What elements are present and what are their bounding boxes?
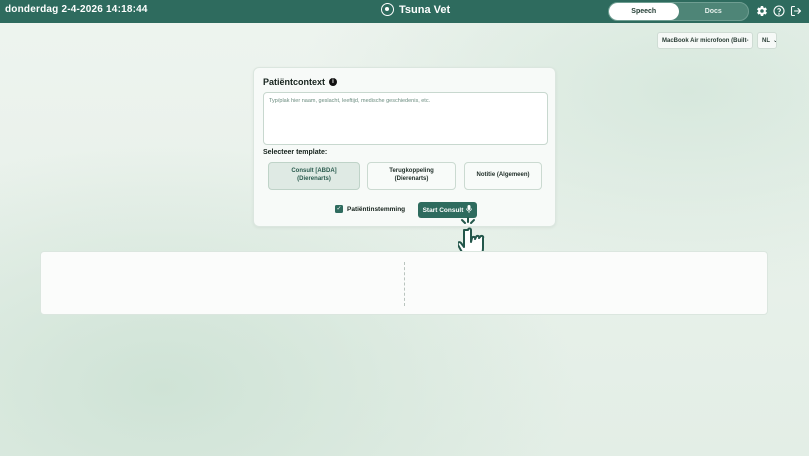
app-brand: Tsuna Vet	[381, 3, 450, 16]
chevron-down-icon: ⌄	[773, 37, 776, 44]
language-select[interactable]: NL ⌄	[757, 32, 777, 49]
template-notitie-button[interactable]: Notitie (Algemeen)	[464, 162, 542, 190]
consent-checkbox[interactable]: ✓	[335, 205, 343, 213]
chevron-down-icon: ⌄	[751, 37, 752, 44]
app-title: Tsuna Vet	[399, 3, 451, 16]
template-line2: (Dierenarts)	[394, 176, 429, 182]
microphone-select[interactable]: MacBook Air microfoon (Built- ⌄	[657, 32, 753, 49]
tab-speech[interactable]: Speech	[609, 3, 679, 20]
template-label: Selecteer template:	[263, 149, 328, 156]
mode-toggle: Speech Docs	[608, 2, 749, 21]
logo-icon	[381, 3, 394, 16]
info-icon[interactable]: i	[329, 78, 338, 86]
panel-divider	[404, 262, 405, 306]
template-line1: Notitie (Algemeen)	[476, 172, 530, 179]
consent-row: ✓ Patiëntinstemming	[335, 205, 405, 213]
language-select-value: NL	[762, 37, 770, 44]
template-line1: Consult [ABDA]	[291, 168, 337, 175]
help-icon[interactable]	[773, 5, 785, 17]
start-consult-label: Start Consult	[422, 206, 464, 214]
card-title: Patiëntcontext i	[263, 77, 338, 87]
consent-label: Patiëntinstemming	[347, 205, 406, 213]
datetime-display: donderdag 2-4-2026 14:18:44	[5, 4, 148, 15]
template-consult-abda-button[interactable]: Consult [ABDA] (Dierenarts)	[268, 162, 360, 190]
gear-icon[interactable]	[756, 5, 768, 17]
top-bar: donderdag 2-4-2026 14:18:44 Tsuna Vet Sp…	[0, 0, 809, 23]
microphone-icon	[466, 205, 473, 215]
template-terugkoppeling-button[interactable]: Terugkoppeling (Dierenarts)	[367, 162, 456, 190]
patient-context-input[interactable]	[263, 92, 548, 145]
microphone-select-value: MacBook Air microfoon (Built-	[662, 37, 749, 44]
tab-docs[interactable]: Docs	[679, 3, 749, 20]
template-line1: Terugkoppeling	[389, 168, 434, 175]
patient-context-title: Patiëntcontext	[263, 77, 326, 87]
patient-context-card: Patiëntcontext i Selecteer template: Con…	[253, 67, 556, 227]
logout-icon[interactable]	[790, 5, 802, 17]
transcript-panel	[40, 251, 768, 315]
template-line2: (Dierenarts)	[297, 176, 331, 182]
